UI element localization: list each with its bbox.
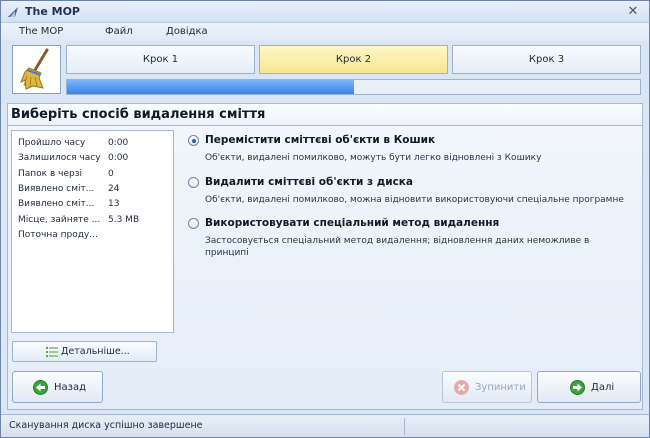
- close-icon[interactable]: ✕: [625, 4, 641, 20]
- stat-row: Пройшло часу 0:00: [18, 138, 173, 152]
- menu-item-help[interactable]: Довідка: [166, 26, 208, 37]
- stop-button[interactable]: Зупинити: [442, 371, 532, 403]
- option-title: Використовувати спеціальний метод видале…: [205, 217, 500, 229]
- radio-move-to-recycle-bin[interactable]: [188, 135, 199, 146]
- radio-delete-from-disk[interactable]: [188, 177, 199, 188]
- scan-progress-bar: [66, 79, 641, 95]
- stat-label: Місце, зайняте ...: [18, 215, 101, 225]
- stat-label: Залишилося часу: [18, 153, 101, 163]
- option-description: Застосовується спеціальний метод видален…: [205, 236, 590, 258]
- stat-label: Папок в черзі: [18, 169, 82, 179]
- window-title: The MOP: [25, 5, 80, 18]
- menu-bar: The MOP Файл Довідка: [1, 23, 649, 41]
- stat-label: Пройшло часу: [18, 138, 86, 148]
- next-arrow-icon: [570, 380, 585, 395]
- option-move-to-recycle-bin[interactable]: Перемістити сміттєві об'єкти в Кошик Об'…: [188, 134, 644, 166]
- statistics-panel: Пройшло часу 0:00 Залишилося часу 0:00 П…: [11, 130, 174, 333]
- step-1-tab[interactable]: Крок 1: [66, 45, 255, 74]
- stat-value: 24: [108, 184, 120, 194]
- stop-button-label: Зупинити: [475, 382, 526, 393]
- stat-label: Поточна проду...: [18, 230, 98, 240]
- next-button[interactable]: Далі: [537, 371, 641, 403]
- stop-icon: [454, 380, 469, 395]
- stat-row: Поточна проду...: [18, 230, 173, 244]
- app-window: The MOP ✕ The MOP Файл Довідка Крок 1 Кр…: [0, 0, 650, 438]
- option-title: Перемістити сміттєві об'єкти в Кошик: [205, 134, 436, 146]
- stat-value: 0:00: [108, 138, 129, 148]
- stat-row: Папок в черзі 0: [18, 169, 173, 183]
- option-title: Видалити сміттєві об'єкти з диска: [205, 176, 414, 188]
- list-icon: [46, 347, 58, 357]
- back-button-label: Назад: [54, 382, 87, 393]
- page-title: Виберіть спосіб видалення сміття: [8, 104, 642, 126]
- option-description: Об'єкти, видалені помилково, можна відно…: [205, 195, 624, 205]
- stat-value: 5.3 MB: [108, 215, 140, 225]
- status-bar: Сканування диска успішно завершене: [1, 414, 649, 437]
- back-button[interactable]: Назад: [12, 371, 103, 403]
- stat-value: 13: [108, 199, 120, 209]
- app-logo: [12, 45, 61, 94]
- details-button[interactable]: Детальніше...: [12, 341, 157, 362]
- main-panel: Виберіть спосіб видалення сміття Пройшло…: [7, 103, 643, 410]
- broom-icon: [20, 48, 49, 90]
- stat-row: Виявлено сміт... 24: [18, 184, 173, 198]
- radio-special-delete-method[interactable]: [188, 218, 199, 229]
- details-button-label: Детальніше...: [61, 346, 130, 357]
- stat-label: Виявлено сміт...: [18, 199, 95, 209]
- progress-fill: [67, 80, 354, 94]
- stat-value: 0:00: [108, 153, 129, 163]
- option-delete-from-disk[interactable]: Видалити сміттєві об'єкти з диска Об'єкт…: [188, 176, 644, 208]
- app-icon: [8, 7, 18, 17]
- menu-item-app[interactable]: The MOP: [19, 26, 63, 37]
- stat-row: Місце, зайняте ... 5.3 MB: [18, 215, 173, 229]
- status-separator: [404, 418, 405, 435]
- status-text: Сканування диска успішно завершене: [9, 420, 203, 431]
- option-special-delete-method[interactable]: Використовувати спеціальний метод видале…: [188, 217, 644, 263]
- menu-item-file[interactable]: Файл: [105, 26, 133, 37]
- option-description: Об'єкти, видалені помилково, можуть бути…: [205, 153, 542, 163]
- step-3-tab[interactable]: Крок 3: [452, 45, 641, 74]
- stat-value: 0: [108, 169, 114, 179]
- back-arrow-icon: [33, 380, 48, 395]
- stat-label: Виявлено сміт...: [18, 184, 95, 194]
- stat-row: Залишилося часу 0:00: [18, 153, 173, 167]
- title-bar[interactable]: The MOP ✕: [1, 1, 649, 23]
- next-button-label: Далі: [591, 382, 615, 393]
- step-2-tab[interactable]: Крок 2: [259, 45, 448, 74]
- stat-row: Виявлено сміт... 13: [18, 199, 173, 213]
